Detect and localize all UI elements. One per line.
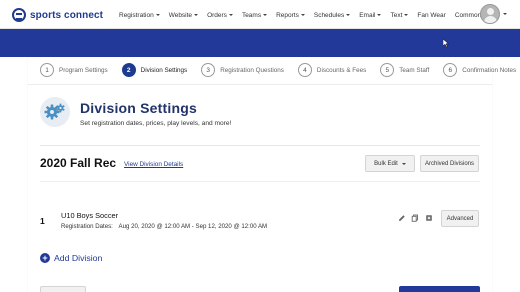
nav-item-label: Fan Wear (417, 11, 446, 19)
avatar-dropdown-caret-icon[interactable] (503, 13, 507, 15)
gears-icon (40, 97, 70, 127)
add-division-button[interactable]: + Add Division (40, 253, 102, 263)
advanced-button[interactable]: Advanced (441, 210, 479, 227)
step-label: Registration Questions (220, 66, 284, 74)
nav-item-label: Website (168, 11, 193, 19)
divider (40, 145, 480, 146)
nav-item-schedules[interactable]: Schedules (313, 11, 351, 19)
add-division-label: Add Division (54, 253, 103, 263)
sports-connect-logo[interactable]: sports connect (12, 8, 103, 22)
nav-item-label: Email (359, 11, 376, 19)
delete-icon[interactable] (425, 214, 433, 222)
nav-item-registration[interactable]: Registration (119, 12, 160, 19)
step-number: 4 (297, 63, 312, 77)
header-band (0, 29, 520, 57)
nav-item-label: Reports (276, 11, 299, 19)
archived-divisions-button[interactable]: Archived Divisions (420, 155, 479, 172)
nav-item-label: Text (390, 11, 403, 19)
view-division-details-link[interactable]: View Division Details (124, 161, 183, 168)
wizard-step-registration-questions[interactable]: 3 Registration Questions (201, 63, 284, 77)
main-menu: Registration Website Orders Teams Reports Sch… (119, 10, 496, 20)
bulk-edit-label: Bulk Edit (374, 160, 398, 167)
division-registration-dates: Registration Dates: Aug 20, 2020 @ 12:00… (61, 223, 267, 230)
nav-item-reports[interactable]: Reports (276, 12, 305, 19)
step-number: 1 (40, 63, 54, 77)
chevron-down-icon (377, 14, 382, 16)
logo-mark-icon (12, 8, 26, 22)
registration-dates-label: Registration Dates: (61, 223, 113, 230)
nav-item-label: Teams (241, 11, 262, 19)
mouse-cursor-icon (443, 39, 449, 47)
copy-icon[interactable] (411, 214, 419, 222)
logo-text: sports connect (30, 9, 104, 21)
chevron-down-icon (401, 162, 406, 165)
step-number: 3 (201, 63, 216, 77)
season-title: 2020 Fall Rec (40, 156, 117, 170)
chevron-down-icon (404, 14, 409, 16)
chevron-down-icon (228, 14, 233, 16)
wizard-step-division-settings[interactable]: 2 Division Settings (121, 63, 188, 77)
nav-item-teams[interactable]: Teams (241, 11, 268, 19)
wizard-step-confirmation-notes[interactable]: 6 Confirmation Notes (443, 63, 516, 77)
nav-item-orders[interactable]: Orders (207, 12, 233, 19)
division-name: U10 Boys Soccer (61, 211, 119, 220)
wizard-step-team-staff[interactable]: 5 Team Staff (380, 63, 429, 77)
edit-icon[interactable] (398, 214, 406, 222)
chevron-down-icon (346, 14, 351, 16)
user-avatar-icon[interactable] (480, 4, 500, 24)
nav-item-label: Registration (119, 11, 154, 19)
step-number: 5 (380, 63, 395, 77)
registration-dates-value: Aug 20, 2020 @ 12:00 AM - Sep 12, 2020 @… (118, 223, 268, 230)
plus-circle-icon: + (40, 253, 50, 263)
page-subtitle: Set registration dates, prices, play lev… (80, 120, 232, 127)
chevron-down-icon (194, 14, 199, 16)
step-label: Confirmation Notes (462, 66, 517, 74)
wizard-steps: 1 Program Settings 2 Division Settings 3 Regi… (40, 62, 520, 78)
nav-item-label: Orders (207, 11, 227, 19)
top-navigation-bar: sports connect Registration Website Orders… (0, 0, 520, 29)
bulk-edit-button[interactable]: Bulk Edit (365, 155, 415, 172)
nav-item-website[interactable]: Website (168, 11, 199, 19)
nav-item-email[interactable]: Email (359, 11, 382, 19)
divider (28, 84, 492, 85)
divider (40, 181, 480, 182)
nav-item-fan-wear[interactable]: Fan Wear (417, 12, 445, 19)
division-index: 1 (40, 216, 45, 226)
step-label: Team Staff (399, 66, 430, 74)
wizard-step-program-settings[interactable]: 1 Program Settings (40, 63, 108, 77)
step-number: 6 (443, 63, 458, 77)
nav-item-label: Schedules (313, 11, 345, 19)
chevron-down-icon (300, 14, 305, 16)
step-number: 2 (121, 63, 136, 77)
page-title: Division Settings (80, 100, 197, 116)
chevron-down-icon (263, 14, 268, 16)
wizard-step-discounts-fees[interactable]: 4 Discounts & Fees (297, 63, 367, 77)
chevron-down-icon (155, 14, 160, 16)
nav-item-text[interactable]: Text (390, 11, 409, 19)
step-label: Discounts & Fees (316, 66, 367, 74)
step-label: Program Settings (59, 66, 108, 74)
nav-item-label: Common (454, 11, 482, 19)
next-button[interactable] (399, 286, 480, 292)
step-label: Division Settings (140, 66, 188, 74)
back-button[interactable] (40, 286, 86, 292)
